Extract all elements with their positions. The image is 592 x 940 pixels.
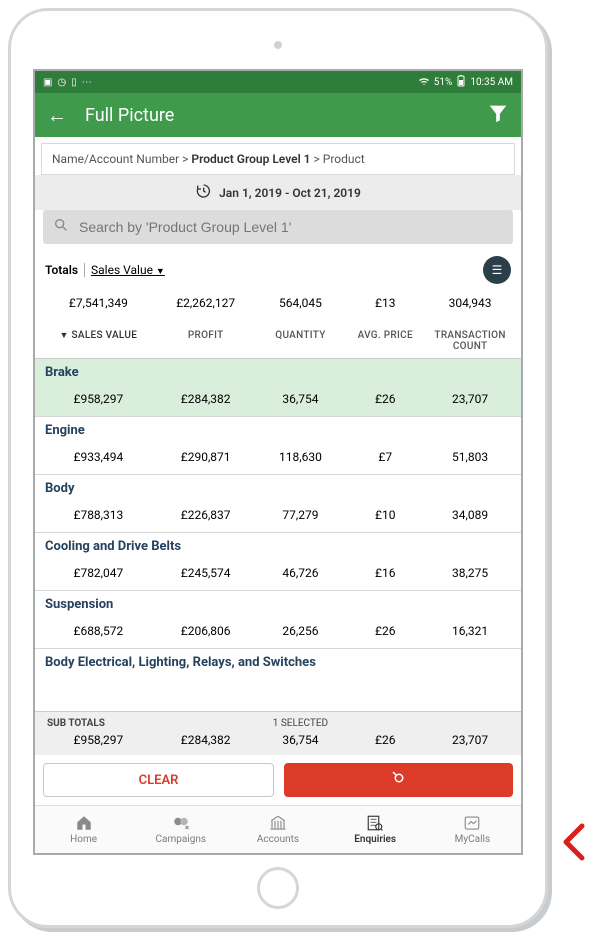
col-profit[interactable]: PROFIT <box>156 330 256 352</box>
table-row[interactable]: Body Electrical, Lighting, Relays, and S… <box>35 648 521 672</box>
sort-desc-icon: ▼ <box>60 331 69 341</box>
search-input[interactable] <box>79 219 503 235</box>
breadcrumb-b: Product Group Level 1 <box>191 152 310 166</box>
col-quantity[interactable]: QUANTITY <box>256 330 346 352</box>
nav-accounts[interactable]: Accounts <box>229 806 326 853</box>
data-list: Brake£958,297£284,38236,754£2623,707Engi… <box>35 359 521 711</box>
breadcrumb-c: Product <box>323 152 365 166</box>
st-txn-count: 23,707 <box>425 733 515 747</box>
date-range-row[interactable]: Jan 1, 2019 - Oct 21, 2019 <box>35 175 521 210</box>
status-time: 10:35 AM <box>470 77 513 88</box>
row-values: £958,297£284,38236,754£2623,707 <box>35 382 521 416</box>
row-values: £788,313£226,83777,279£1034,089 <box>35 498 521 532</box>
table-row[interactable]: Brake£958,297£284,38236,754£2623,707 <box>35 359 521 416</box>
date-range-text: Jan 1, 2019 - Oct 21, 2019 <box>219 186 361 200</box>
totals-bar: Totals Sales Value ▼ ☰ <box>35 250 521 286</box>
battery-pct: 51% <box>434 77 453 88</box>
battery-icon <box>456 75 466 90</box>
st-sales-value: £958,297 <box>41 733 156 747</box>
camera-dot <box>274 41 282 49</box>
filter-icon[interactable] <box>487 102 509 128</box>
table-row[interactable]: Suspension£688,572£206,80626,256£2616,32… <box>35 590 521 648</box>
totals-row: £7,541,349 £2,262,127 564,045 £13 304,94… <box>35 286 521 320</box>
mycalls-icon <box>463 814 481 832</box>
col-avg-price[interactable]: AVG. PRICE <box>345 330 425 352</box>
action-button[interactable] <box>284 763 513 797</box>
subtotals-selected: 1 SELECTED <box>256 718 346 729</box>
st-profit: £284,382 <box>156 733 256 747</box>
campaigns-icon <box>171 814 191 832</box>
totals-avg-price: £13 <box>345 296 425 310</box>
col-sales-value[interactable]: ▼ SALES VALUE <box>41 330 156 352</box>
tablet-frame: ▣ ◷ ▯ ⋯ 51% 10:35 AM ← Full Picture <box>8 8 548 928</box>
row-label: Engine <box>35 416 521 440</box>
status-bar: ▣ ◷ ▯ ⋯ 51% 10:35 AM <box>35 71 521 93</box>
screen: ▣ ◷ ▯ ⋯ 51% 10:35 AM ← Full Picture <box>33 69 523 855</box>
breadcrumb[interactable]: Name/Account Number > Product Group Leve… <box>41 143 515 175</box>
nav-campaigns[interactable]: Campaigns <box>132 806 229 853</box>
row-label: Suspension <box>35 590 521 614</box>
column-headers: ▼ SALES VALUE PROFIT QUANTITY AVG. PRICE… <box>35 320 521 359</box>
table-row[interactable]: Body£788,313£226,83777,279£1034,089 <box>35 474 521 532</box>
row-label: Brake <box>35 359 521 382</box>
annotation-chevron-left-icon <box>560 822 586 866</box>
row-label: Cooling and Drive Belts <box>35 532 521 556</box>
nav-mycalls[interactable]: MyCalls <box>424 806 521 853</box>
totals-quantity: 564,045 <box>256 296 346 310</box>
search-box[interactable] <box>43 210 513 244</box>
accounts-icon <box>269 814 287 832</box>
search-icon <box>53 217 69 237</box>
totals-profit: £2,262,127 <box>156 296 256 310</box>
table-row[interactable]: Engine£933,494£290,871118,630£751,803 <box>35 416 521 474</box>
image-icon: ▣ <box>43 77 52 88</box>
st-avg-price: £26 <box>345 733 425 747</box>
action-row: CLEAR <box>35 755 521 805</box>
bag-icon: ▯ <box>71 77 77 88</box>
row-values: £933,494£290,871118,630£751,803 <box>35 440 521 474</box>
home-icon <box>75 814 93 832</box>
totals-label: Totals <box>45 263 85 277</box>
row-label: Body <box>35 474 521 498</box>
totals-sales-value: £7,541,349 <box>41 296 156 310</box>
hamburger-icon: ☰ <box>492 264 503 276</box>
nav-home[interactable]: Home <box>35 806 132 853</box>
row-values: £688,572£206,80626,256£2616,321 <box>35 614 521 648</box>
subtotals-bar: SUB TOTALS 1 SELECTED £958,297 £284,382 … <box>35 711 521 755</box>
menu-button[interactable]: ☰ <box>483 256 511 284</box>
clock-icon: ◷ <box>57 77 66 88</box>
more-icon: ⋯ <box>82 77 92 88</box>
wifi-icon <box>418 76 430 89</box>
table-row[interactable]: Cooling and Drive Belts£782,047£245,5744… <box>35 532 521 590</box>
totals-txn-count: 304,943 <box>425 296 515 310</box>
page-title: Full Picture <box>85 105 174 126</box>
st-quantity: 36,754 <box>256 733 346 747</box>
app-header: ← Full Picture <box>35 93 521 137</box>
history-icon <box>195 183 211 202</box>
bottom-nav: Home Campaigns Accounts Enquiries <box>35 805 521 853</box>
clear-button[interactable]: CLEAR <box>43 763 274 797</box>
target-icon <box>390 769 408 791</box>
totals-metric-select[interactable]: Sales Value ▼ <box>91 263 165 277</box>
home-button[interactable] <box>257 867 299 909</box>
subtotals-label: SUB TOTALS <box>41 718 156 729</box>
row-label: Body Electrical, Lighting, Relays, and S… <box>35 648 521 672</box>
breadcrumb-a: Name/Account Number <box>52 152 179 166</box>
chevron-down-icon: ▼ <box>156 267 165 277</box>
enquiries-icon <box>366 814 384 832</box>
nav-enquiries[interactable]: Enquiries <box>327 806 424 853</box>
row-values: £782,047£245,57446,726£1638,275 <box>35 556 521 590</box>
back-arrow-icon[interactable]: ← <box>47 103 67 128</box>
col-txn-count[interactable]: TRANSACTION COUNT <box>425 330 515 352</box>
